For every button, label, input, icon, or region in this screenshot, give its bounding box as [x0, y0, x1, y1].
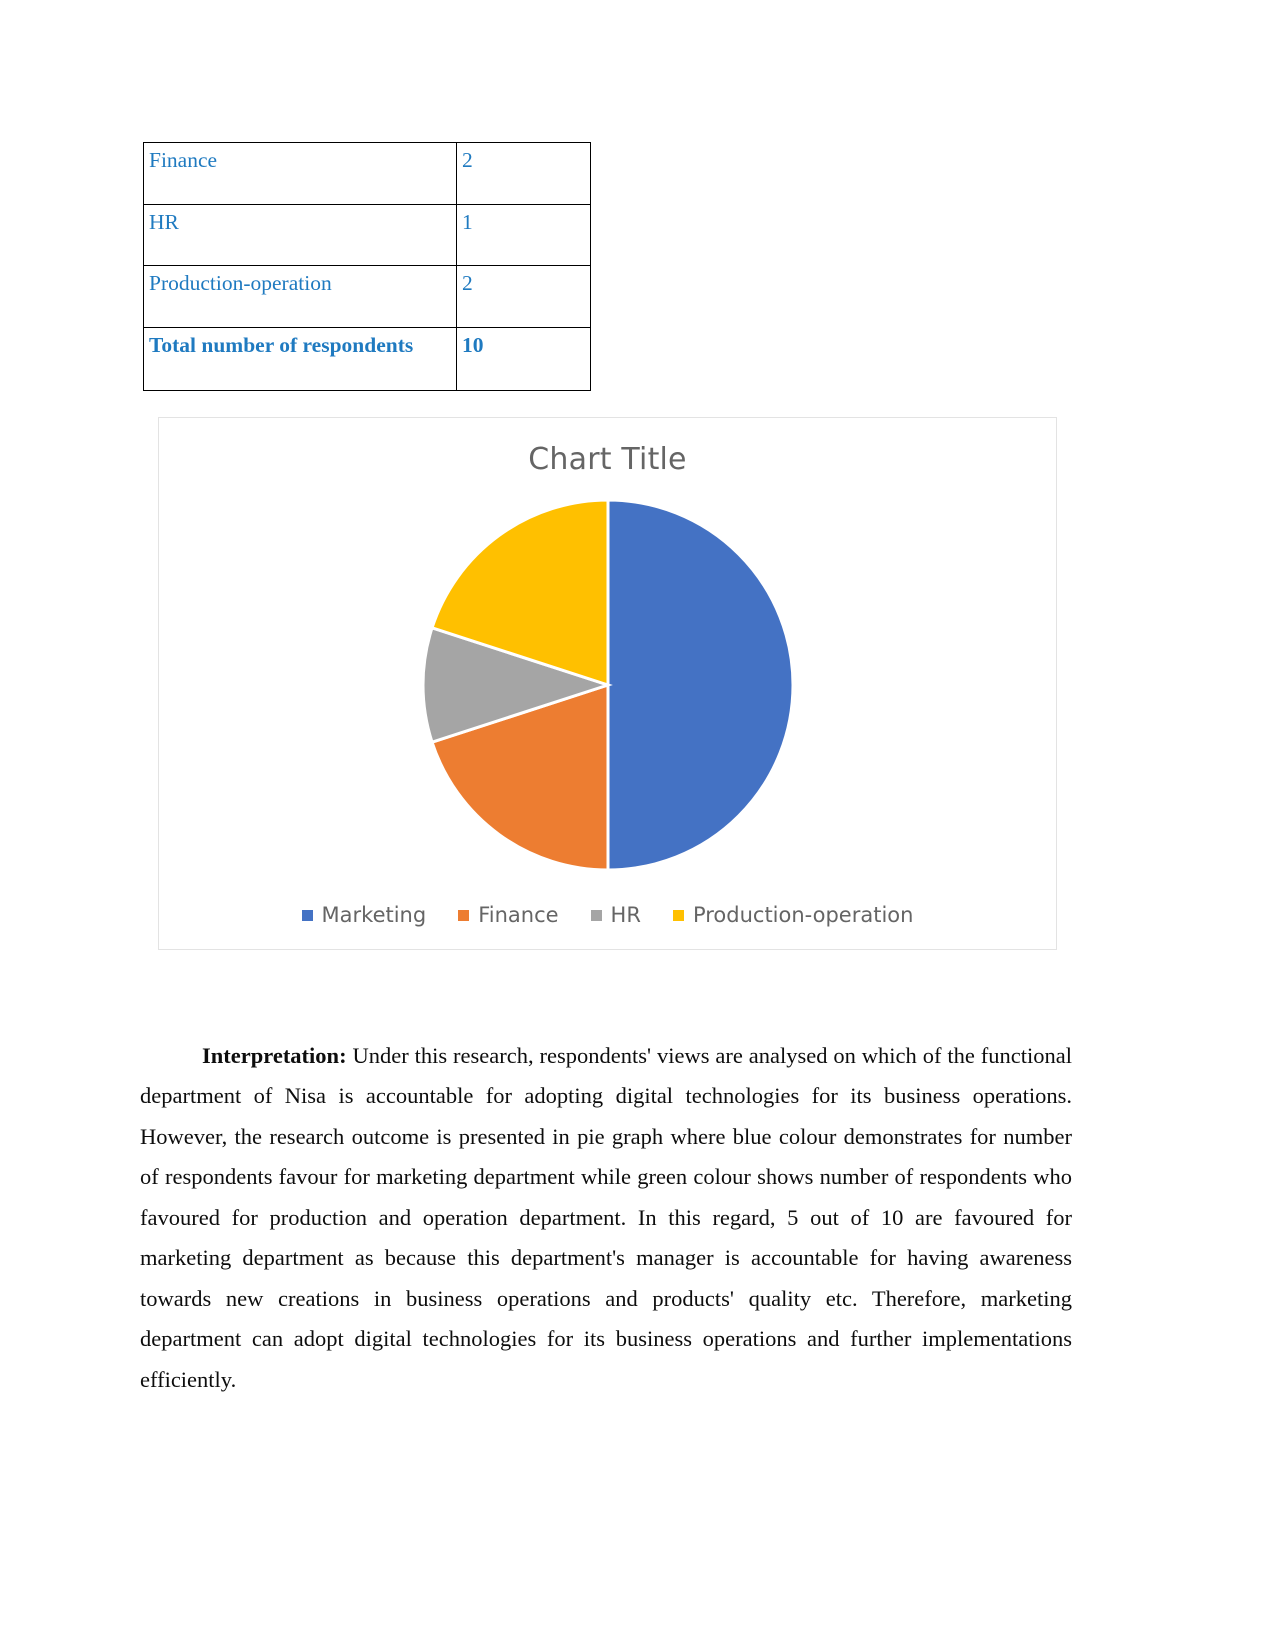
legend-label: Marketing	[321, 903, 427, 927]
table-cell-label: Production-operation	[143, 265, 457, 328]
pie-slice[interactable]	[606, 498, 794, 872]
interpretation-lead: Interpretation:	[202, 1042, 347, 1068]
legend-swatch-icon	[301, 909, 313, 921]
legend-label: Production-operation	[692, 903, 914, 927]
table-cell-label: Finance	[143, 142, 457, 205]
pie-plot-area	[159, 490, 1056, 880]
interpretation-paragraph: Interpretation: Under this research, res…	[140, 1036, 1072, 1401]
table-cell-value: 2	[456, 142, 591, 205]
pie-chart-container[interactable]: Chart Title Marketing Finance HR Product…	[158, 417, 1057, 950]
document-page: Finance 2 HR 1 Production-operation 2 To…	[0, 0, 1275, 1650]
table-row: Production-operation 2	[143, 265, 591, 328]
table-cell-label: HR	[143, 203, 457, 267]
chart-title: Chart Title	[528, 442, 687, 477]
table-cell-value: 1	[456, 203, 591, 267]
legend-swatch-icon	[590, 909, 602, 921]
chart-legend: Marketing Finance HR Production-operatio…	[159, 903, 1056, 927]
legend-swatch-icon	[672, 909, 684, 921]
respondents-table: Finance 2 HR 1 Production-operation 2 To…	[143, 142, 591, 392]
legend-label: HR	[610, 903, 641, 927]
table-row: Finance 2	[143, 142, 591, 205]
legend-item-finance[interactable]: Finance	[458, 903, 559, 927]
legend-swatch-icon	[458, 909, 470, 921]
table-row-total: Total number of respondents 10	[143, 326, 591, 392]
legend-item-production-operation[interactable]: Production-operation	[672, 903, 914, 927]
table-row: HR 1	[143, 203, 591, 267]
interpretation-body: Under this research, respondents' views …	[140, 1042, 1072, 1392]
table-cell-total-value: 10	[456, 326, 591, 392]
table-cell-value: 2	[456, 265, 591, 328]
legend-item-hr[interactable]: HR	[590, 903, 641, 927]
table-cell-total-label: Total number of respondents	[143, 326, 457, 392]
table-body: Finance 2 HR 1 Production-operation 2 To…	[143, 142, 591, 392]
respondents-table-container: Finance 2 HR 1 Production-operation 2 To…	[143, 142, 591, 392]
legend-item-marketing[interactable]: Marketing	[301, 903, 427, 927]
pie-chart-graphic	[421, 498, 794, 872]
legend-label: Finance	[478, 903, 559, 927]
